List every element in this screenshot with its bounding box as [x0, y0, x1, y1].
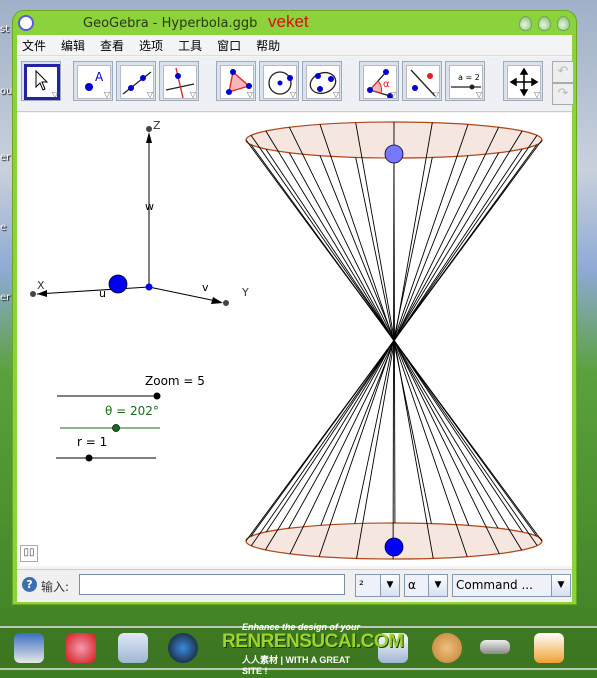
- usb-drive-icon[interactable]: [480, 640, 510, 654]
- menu-window[interactable]: 窗口: [217, 37, 241, 54]
- help-icon[interactable]: ?: [22, 577, 37, 592]
- notepad-icon[interactable]: [118, 633, 148, 663]
- hyperboloid-surface: [245, 121, 543, 560]
- window-client: 文件 编辑 查看 选项 工具 窗口 帮助 ▽ A ▽ ▽ ▽ ▽ ▽ ▽ α ▽…: [17, 35, 574, 602]
- z-label: Z: [153, 119, 161, 132]
- squirrel-icon[interactable]: [66, 633, 96, 663]
- y-arrow-icon: [211, 297, 223, 304]
- angle-tool-button[interactable]: α ▽: [359, 61, 399, 101]
- axes-3d: Z w X u Y v: [30, 119, 249, 306]
- svg-text:a = 2: a = 2: [458, 73, 480, 82]
- svg-text:α: α: [383, 79, 390, 90]
- theta-slider-label: θ = 202°: [105, 404, 159, 418]
- sliders: Zoom = 5 θ = 202° r = 1: [56, 374, 205, 462]
- desktop-label: er: [0, 292, 11, 303]
- top-control-point[interactable]: [384, 144, 404, 164]
- rotation-handle-point[interactable]: [108, 274, 128, 294]
- conic-tool-button[interactable]: ▽: [302, 61, 342, 101]
- menu-view[interactable]: 查看: [100, 37, 124, 54]
- reflect-tool-button[interactable]: ▽: [402, 61, 442, 101]
- menu-help[interactable]: 帮助: [256, 37, 280, 54]
- menu-options[interactable]: 选项: [139, 37, 163, 54]
- chevron-down-icon[interactable]: ▼: [380, 575, 399, 596]
- z-axis-end-point[interactable]: [146, 126, 152, 132]
- cursor-arrow-icon: [35, 69, 49, 91]
- command-combo-value: Command ...: [456, 578, 533, 592]
- banner-title: RENRENSUCAI.COM: [222, 631, 404, 652]
- input-label: 输入:: [41, 580, 70, 594]
- menu-edit[interactable]: 编辑: [61, 37, 85, 54]
- input-bar: ? 输入: ² ▼ α ▼ Command ... ▼: [17, 569, 572, 600]
- graphics-view[interactable]: Z w X u Y v Zoom = 5 θ = 202° r = 1 ▯▯: [17, 113, 572, 566]
- window-title: GeoGebra - Hyperbola.ggb: [83, 16, 258, 31]
- menu-file[interactable]: 文件: [22, 37, 46, 54]
- animation-pause-button[interactable]: ▯▯: [20, 545, 38, 562]
- y-axis: [148, 286, 222, 303]
- command-combo[interactable]: Command ... ▼: [452, 574, 571, 597]
- perpendicular-line-tool-button[interactable]: ▽: [159, 61, 199, 101]
- greek-combo-value: α: [408, 578, 416, 592]
- superscript-combo-value: ²: [359, 578, 364, 592]
- line-tool-button[interactable]: ▽: [116, 61, 156, 101]
- imac-icon[interactable]: [14, 633, 44, 663]
- greek-combo[interactable]: α ▼: [404, 574, 448, 597]
- desktop-label: st: [0, 24, 10, 35]
- geogebra-window: GeoGebra - Hyperbola.ggb veket 文件 编辑 查看 …: [12, 10, 577, 605]
- slider-tool-button[interactable]: a = 2 ▽: [445, 61, 485, 101]
- menu-tools[interactable]: 工具: [178, 37, 202, 54]
- veket-label: veket: [268, 12, 309, 31]
- maximize-button[interactable]: [538, 16, 551, 31]
- input-field[interactable]: [79, 574, 345, 595]
- graphics-canvas[interactable]: Z w X u Y v Zoom = 5 θ = 202° r = 1: [17, 113, 572, 566]
- polygon-tool-button[interactable]: ▽: [216, 61, 256, 101]
- x-label: X: [37, 279, 45, 292]
- ruling-lines: [245, 121, 543, 560]
- zoom-slider-label: Zoom = 5: [145, 374, 205, 388]
- title-bar[interactable]: GeoGebra - Hyperbola.ggb veket: [13, 11, 576, 35]
- undo-icon[interactable]: ↶: [552, 61, 574, 83]
- y-axis-end-point[interactable]: [223, 300, 229, 306]
- u-label: u: [99, 287, 106, 300]
- minimize-button[interactable]: [519, 16, 532, 31]
- x-axis-end-point[interactable]: [30, 291, 36, 297]
- move-tool-button[interactable]: ▽: [21, 61, 61, 101]
- menu-bar: 文件 编辑 查看 选项 工具 窗口 帮助: [17, 35, 572, 56]
- chevron-down-icon[interactable]: ▼: [428, 575, 447, 596]
- photo-bear-icon[interactable]: [534, 633, 564, 663]
- palette-icon[interactable]: [432, 633, 462, 663]
- point-tool-button[interactable]: A ▽: [73, 61, 113, 101]
- r-slider-label: r = 1: [77, 435, 107, 449]
- x-axis: [36, 286, 150, 295]
- banner-subtitle: 人人素材 | WITH A GREAT SITE !: [242, 655, 351, 676]
- y-label: Y: [241, 286, 249, 299]
- close-button[interactable]: [557, 16, 570, 31]
- geogebra-logo-icon: [18, 15, 34, 31]
- bottom-control-point[interactable]: [384, 537, 404, 557]
- redo-icon[interactable]: ↷: [552, 83, 574, 105]
- r-slider-knob[interactable]: [85, 454, 93, 462]
- desktop-label: ou: [0, 86, 13, 97]
- svg-text:A: A: [95, 70, 104, 84]
- superscript-combo[interactable]: ² ▼: [355, 574, 400, 597]
- zoom-slider-knob[interactable]: [153, 392, 161, 400]
- v-label: v: [202, 281, 209, 294]
- origin-point[interactable]: [145, 283, 153, 291]
- desktop-label: e: [0, 222, 7, 233]
- watermark-banner: Enhance the design of your RENRENSUCAI.C…: [222, 622, 404, 676]
- move-graphics-tool-button[interactable]: ▽: [503, 61, 543, 101]
- circle-tool-button[interactable]: ▽: [259, 61, 299, 101]
- z-arrow-icon: [146, 132, 152, 143]
- media-player-icon[interactable]: [168, 633, 198, 663]
- theta-slider-knob[interactable]: [112, 424, 120, 432]
- w-label: w: [145, 200, 154, 213]
- desktop-label: er: [0, 152, 11, 163]
- chevron-down-icon[interactable]: ▼: [551, 575, 570, 596]
- toolbar: ▽ A ▽ ▽ ▽ ▽ ▽ ▽ α ▽ ▽ a = 2 ▽ ▽ ↶ ↷: [17, 57, 574, 112]
